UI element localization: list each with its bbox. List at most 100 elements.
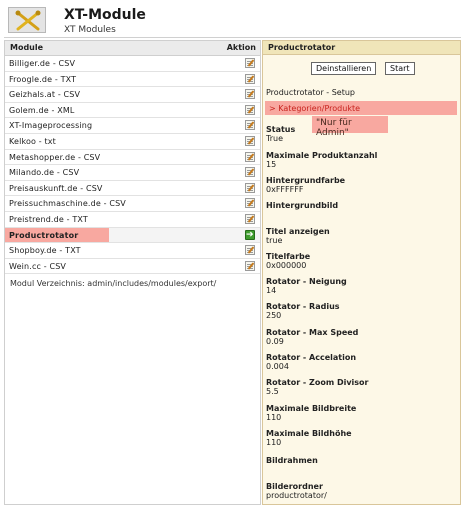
field-label: Maximale Bildbreite: [266, 404, 357, 413]
field-label: Maximale Produktanzahl: [266, 151, 378, 160]
field-value: 14: [266, 286, 277, 295]
module-name[interactable]: Billiger.de - CSV: [9, 59, 75, 68]
module-rows: Billiger.de - CSV Froogle.de - TXT Geizhal…: [5, 56, 260, 275]
module-row[interactable]: Kelkoo - txt: [5, 134, 260, 150]
field-value: 0.09: [266, 337, 284, 346]
field-value: 250: [266, 311, 282, 320]
module-row[interactable]: Preistrend.de - TXT: [5, 212, 260, 228]
module-row[interactable]: Preissuchmaschine.de - CSV: [5, 196, 260, 212]
field-label: Bildrahmen: [266, 456, 318, 465]
details-title: Productrotator: [263, 41, 460, 55]
arrow-right-icon[interactable]: [245, 229, 255, 241]
module-row[interactable]: Preisauskunft.de - CSV: [5, 181, 260, 197]
categories-products-link[interactable]: > Kategorien/Produkte: [265, 101, 457, 115]
edit-icon[interactable]: [245, 198, 255, 209]
config-field: Hintergrundfarbe 0xFFFFFF: [266, 176, 345, 194]
config-field: Status True: [266, 125, 295, 143]
module-name[interactable]: Milando.de - CSV: [9, 168, 79, 177]
field-label: Hintergrundfarbe: [266, 176, 346, 185]
module-row[interactable]: Milando.de - CSV: [5, 165, 260, 181]
module-name[interactable]: Shopboy.de - TXT: [9, 246, 81, 255]
field-value: 0x000000: [266, 261, 307, 270]
module-list-header: Module Aktion: [5, 41, 260, 56]
edit-icon[interactable]: [245, 104, 255, 115]
edit-icon[interactable]: [245, 260, 255, 271]
field-value: true: [266, 236, 283, 245]
page-title: XT-Module: [64, 7, 146, 23]
config-field: Titel anzeigen true: [266, 227, 330, 245]
field-value: 0xFFFFFF: [266, 185, 304, 194]
edit-icon[interactable]: [245, 245, 255, 256]
tools-icon: [15, 10, 41, 31]
module-name[interactable]: Kelkoo - txt: [9, 137, 56, 146]
module-row[interactable]: Geizhals.at - CSV: [5, 87, 260, 103]
field-label: Maximale Bildhöhe: [266, 429, 352, 438]
field-label: Rotator - Radius: [266, 302, 340, 311]
config-field: Rotator - Accelation 0.004: [266, 353, 356, 371]
app-logo: [8, 7, 46, 33]
page-subtitle: XT Modules: [64, 25, 116, 35]
edit-icon[interactable]: [245, 120, 255, 131]
config-field: Rotator - Zoom Divisor 5.5: [266, 378, 369, 396]
module-row[interactable]: XT-Imageprocessing: [5, 118, 260, 134]
config-field: Hintergrundbild: [266, 201, 338, 210]
module-name[interactable]: Wein.cc - CSV: [9, 262, 66, 271]
start-button[interactable]: Start: [385, 62, 415, 75]
config-field: Maximale Bildhöhe 110: [266, 429, 352, 447]
edit-icon[interactable]: [245, 89, 255, 100]
module-name[interactable]: Golem.de - XML: [9, 106, 75, 115]
field-label: Titel anzeigen: [266, 227, 330, 236]
edit-icon[interactable]: [245, 58, 255, 68]
module-row[interactable]: Golem.de - XML: [5, 103, 260, 119]
field-value: 110: [266, 413, 282, 422]
module-name[interactable]: Preisauskunft.de - CSV: [9, 184, 103, 193]
config-field: Rotator - Neigung 14: [266, 277, 347, 295]
field-value: 5.5: [266, 387, 279, 396]
field-value: 0.004: [266, 362, 289, 371]
module-row[interactable]: Billiger.de - CSV: [5, 56, 260, 72]
field-label: Rotator - Zoom Divisor: [266, 378, 369, 387]
field-label: Rotator - Max Speed: [266, 328, 359, 337]
edit-icon[interactable]: [245, 135, 255, 146]
config-field: Titelfarbe 0x000000: [266, 252, 310, 270]
field-label: Bilderordner: [266, 482, 323, 491]
module-name[interactable]: Metashopper.de - CSV: [9, 153, 100, 162]
edit-icon[interactable]: [245, 167, 255, 178]
column-header-action: Aktion: [226, 43, 256, 52]
module-name[interactable]: Preistrend.de - TXT: [9, 215, 88, 224]
module-name[interactable]: XT-Imageprocessing: [9, 121, 92, 130]
module-list-panel: Module Aktion Billiger.de - CSV Froogle.d…: [4, 40, 261, 505]
field-label: Status: [266, 125, 296, 134]
module-name[interactable]: Geizhals.at - CSV: [9, 90, 80, 99]
config-field: Maximale Produktanzahl 15: [266, 151, 377, 169]
field-label: Hintergrundbild: [266, 201, 339, 210]
module-row[interactable]: Wein.cc - CSV: [5, 259, 260, 275]
edit-icon[interactable]: [245, 151, 255, 162]
field-value: True: [266, 134, 283, 143]
module-name[interactable]: Preissuchmaschine.de - CSV: [9, 199, 126, 208]
config-field: Bildrahmen: [266, 456, 318, 465]
module-row[interactable]: Shopboy.de - TXT: [5, 243, 260, 259]
column-header-module: Module: [10, 43, 44, 52]
field-value: 15: [266, 160, 277, 169]
admin-only-note: "Nur für Admin": [312, 116, 388, 138]
module-directory: Modul Verzeichnis: admin/includes/module…: [10, 279, 217, 288]
module-name[interactable]: Froogle.de - TXT: [9, 75, 76, 84]
field-value: 110: [266, 438, 282, 447]
edit-icon[interactable]: [245, 182, 255, 193]
field-label: Rotator - Accelation: [266, 353, 357, 362]
header-divider: [4, 37, 461, 38]
module-row[interactable]: Froogle.de - TXT: [5, 72, 260, 88]
config-field: Maximale Bildbreite 110: [266, 404, 356, 422]
config-field: Rotator - Max Speed 0.09: [266, 328, 358, 346]
field-label: Rotator - Neigung: [266, 277, 347, 286]
module-row[interactable]: Metashopper.de - CSV: [5, 150, 260, 166]
config-field: Bilderordner productrotator/: [266, 482, 327, 500]
edit-icon[interactable]: [245, 73, 255, 84]
field-value: productrotator/: [266, 491, 327, 500]
edit-icon[interactable]: [245, 213, 255, 224]
uninstall-button[interactable]: Deinstallieren: [311, 62, 377, 75]
module-row-active[interactable]: Productrotator: [5, 227, 260, 244]
field-label: Titelfarbe: [266, 252, 311, 261]
module-name[interactable]: Productrotator: [9, 231, 78, 240]
